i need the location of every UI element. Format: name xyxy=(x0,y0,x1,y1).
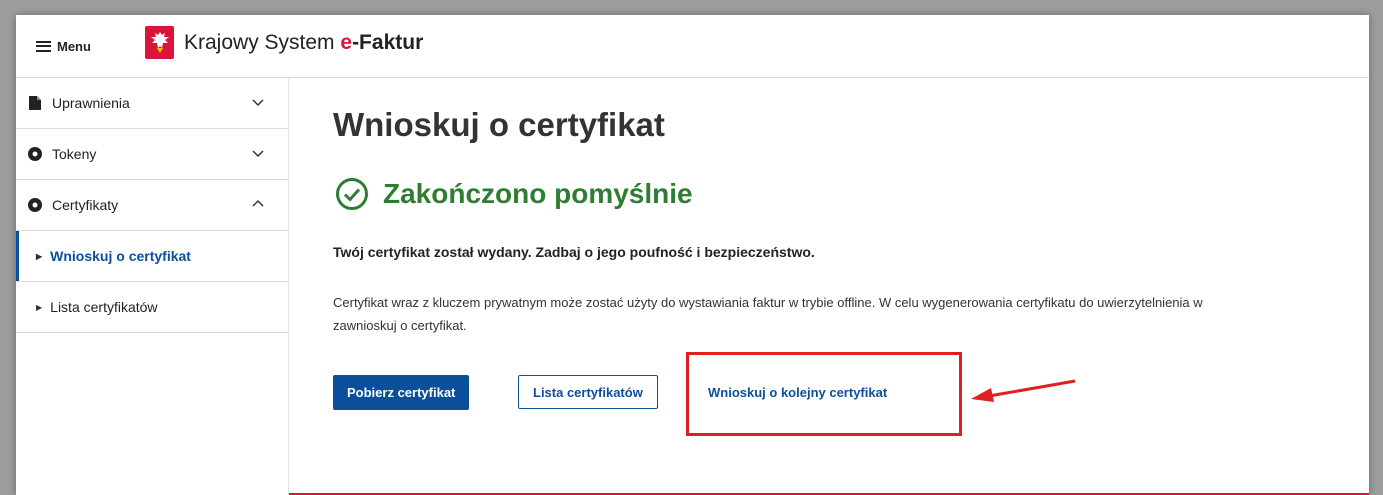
certificate-list-button[interactable]: Lista certyfikatów xyxy=(518,375,658,409)
success-message: Zakończono pomyślnie xyxy=(335,177,693,211)
sidebar-item-uprawnienia[interactable]: Uprawnienia xyxy=(16,78,288,129)
menu-button[interactable]: Menu xyxy=(36,35,91,57)
download-certificate-button[interactable]: Pobierz certyfikat xyxy=(333,375,470,410)
description-text: Certyfikat wraz z kluczem prywatnym może… xyxy=(333,291,1369,337)
sidebar-item-label: Uprawnienia xyxy=(52,95,130,111)
brand-title[interactable]: Krajowy System e-Faktur xyxy=(184,31,423,55)
app-window: Menu Krajowy System e-Faktur Uprawnienia… xyxy=(16,15,1369,495)
chevron-down-icon xyxy=(252,150,264,158)
chevron-up-icon xyxy=(252,199,264,207)
sidebar-subitem-lista[interactable]: ▶ Lista certyfikatów xyxy=(16,282,288,333)
brand-e: e xyxy=(340,31,353,54)
sidebar-subitem-label: Wnioskuj o certyfikat xyxy=(50,248,191,264)
hamburger-icon xyxy=(36,40,51,52)
triangle-right-icon: ▶ xyxy=(36,251,43,261)
menu-label: Menu xyxy=(57,38,91,54)
brand-prefix: Krajowy System xyxy=(184,31,341,54)
circle-dot-icon xyxy=(28,198,42,212)
description-line-2: zawnioskuj o certyfikat. xyxy=(333,318,467,333)
brand-suffix: -Faktur xyxy=(352,31,424,54)
circle-dot-icon xyxy=(28,147,42,161)
chevron-down-icon xyxy=(252,99,264,107)
polish-eagle-emblem-icon[interactable] xyxy=(145,26,174,59)
lead-text: Twój certyfikat został wydany. Zadbaj o … xyxy=(333,244,815,260)
success-text: Zakończono pomyślnie xyxy=(383,178,693,209)
sidebar-item-label: Tokeny xyxy=(52,146,97,162)
description-line-1: Certyfikat wraz z kluczem prywatnym może… xyxy=(333,295,1203,310)
request-another-certificate-button[interactable]: Wnioskuj o kolejny certyfikat xyxy=(708,375,887,410)
sidebar: Uprawnienia Tokeny Certyfikaty ▶ Wniosku… xyxy=(16,78,289,495)
sidebar-item-label: Certyfikaty xyxy=(52,197,119,213)
page-title: Wnioskuj o certyfikat xyxy=(333,106,665,143)
main-content: Wnioskuj o certyfikat Zakończono pomyśln… xyxy=(333,78,1369,495)
sidebar-item-tokeny[interactable]: Tokeny xyxy=(16,129,288,180)
triangle-right-icon: ▶ xyxy=(36,302,43,312)
top-header: Menu Krajowy System e-Faktur xyxy=(16,15,1369,78)
sidebar-subitem-wnioskuj[interactable]: ▶ Wnioskuj o certyfikat xyxy=(16,231,288,282)
sidebar-subitem-label: Lista certyfikatów xyxy=(50,299,158,315)
document-icon xyxy=(28,96,42,110)
sidebar-item-certyfikaty[interactable]: Certyfikaty xyxy=(16,180,288,231)
check-circle-icon xyxy=(336,178,368,210)
